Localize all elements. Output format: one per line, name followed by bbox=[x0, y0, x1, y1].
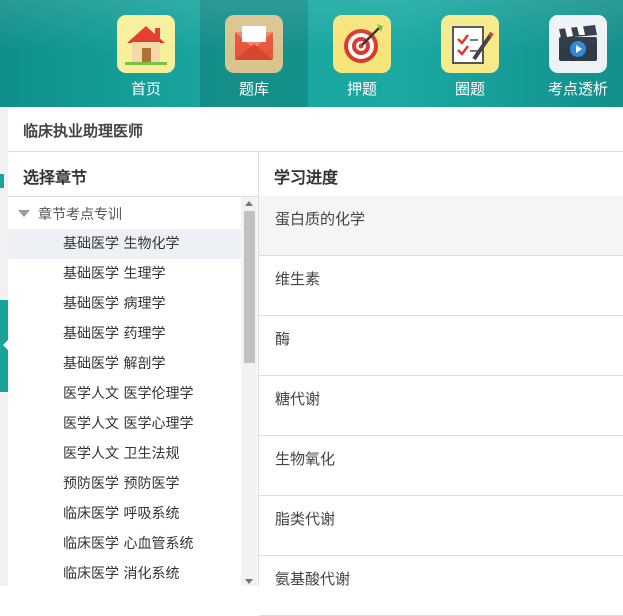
nav-key-points-label: 考点透析 bbox=[547, 80, 608, 98]
nav-home-label: 首页 bbox=[130, 80, 161, 98]
progress-row-label: 糖代谢 bbox=[275, 390, 321, 408]
chapter-item-label: 临床医学 呼吸系统 bbox=[63, 506, 180, 522]
chapter-panel-title: 选择章节 bbox=[23, 168, 88, 187]
chapter-item[interactable]: 基础医学 生物化学 bbox=[8, 229, 241, 259]
target-icon bbox=[333, 15, 391, 73]
exam-title-bar: 临床执业助理医师 bbox=[0, 107, 623, 152]
progress-row-label: 酶 bbox=[275, 330, 291, 348]
chapter-item-label: 医学人文 医学心理学 bbox=[63, 416, 194, 432]
chapter-item[interactable]: 预防医学 预防医学 bbox=[8, 469, 241, 499]
chapter-item-label: 临床医学 心血管系统 bbox=[63, 536, 194, 552]
nav-predict[interactable]: 押题 bbox=[308, 0, 416, 107]
tree-root-label: 章节考点专训 bbox=[38, 207, 122, 223]
chapter-item[interactable]: 临床医学 消化系统 bbox=[8, 559, 241, 586]
chapter-item-label: 医学人文 卫生法规 bbox=[63, 446, 180, 462]
progress-panel: 学习进度 蛋白质的化学 维生素 酶 糖代谢 生物氧化 脂类代谢 氨基酸代谢 bbox=[259, 152, 623, 616]
scrollbar-thumb[interactable] bbox=[244, 211, 255, 363]
progress-row[interactable]: 蛋白质的化学 bbox=[259, 196, 623, 256]
chapter-item[interactable]: 临床医学 心血管系统 bbox=[8, 529, 241, 559]
chapter-item[interactable]: 临床医学 呼吸系统 bbox=[8, 499, 241, 529]
progress-row-label: 维生素 bbox=[275, 270, 321, 288]
caret-down-icon[interactable] bbox=[18, 210, 30, 217]
left-edge-marker bbox=[0, 174, 4, 188]
progress-panel-title: 学习进度 bbox=[274, 168, 339, 187]
chapter-item[interactable]: 医学人文 医学伦理学 bbox=[8, 379, 241, 409]
chapter-item[interactable]: 基础医学 解剖学 bbox=[8, 349, 241, 379]
home-icon bbox=[117, 15, 175, 73]
envelope-icon bbox=[225, 15, 283, 73]
chapter-item-label: 基础医学 生理学 bbox=[63, 266, 166, 282]
chapter-tree: 章节考点专训 基础医学 生物化学 基础医学 生理学 基础医学 病理学 基础医学 … bbox=[8, 197, 241, 586]
chapter-item-label: 预防医学 预防医学 bbox=[63, 476, 180, 492]
chapter-panel: 选择章节 章节考点专训 基础医学 生物化学 基础医学 生理学 基础医学 病理学 … bbox=[8, 152, 259, 586]
scroll-up-arrow-icon[interactable] bbox=[245, 201, 253, 206]
chapter-scrollbar[interactable] bbox=[241, 197, 257, 586]
nav-highlight[interactable]: 圈题 bbox=[416, 0, 524, 107]
nav-predict-label: 押题 bbox=[346, 80, 377, 98]
progress-row[interactable]: 脂类代谢 bbox=[259, 496, 623, 556]
video-clapper-icon bbox=[549, 15, 607, 73]
chapter-item[interactable]: 基础医学 病理学 bbox=[8, 289, 241, 319]
progress-row[interactable]: 糖代谢 bbox=[259, 376, 623, 436]
chapter-item[interactable]: 医学人文 医学心理学 bbox=[8, 409, 241, 439]
chapter-item-label: 医学人文 医学伦理学 bbox=[63, 386, 194, 402]
chapter-item[interactable]: 基础医学 药理学 bbox=[8, 319, 241, 349]
progress-row[interactable]: 维生素 bbox=[259, 256, 623, 316]
nav-home[interactable]: 首页 bbox=[92, 0, 200, 107]
progress-row-label: 蛋白质的化学 bbox=[275, 210, 366, 228]
top-nav-bar: 首页 题库 押题 圈题 考点透析 bbox=[0, 0, 623, 107]
nav-highlight-label: 圈题 bbox=[454, 80, 485, 98]
progress-row[interactable]: 生物氧化 bbox=[259, 436, 623, 496]
chapter-item-label: 基础医学 生物化学 bbox=[63, 236, 180, 252]
chapter-item-label: 基础医学 药理学 bbox=[63, 326, 166, 342]
chapter-item-label: 基础医学 解剖学 bbox=[63, 356, 166, 372]
clipboard-pen-icon bbox=[441, 15, 499, 73]
chapter-item[interactable]: 医学人文 卫生法规 bbox=[8, 439, 241, 469]
scroll-down-arrow-icon[interactable] bbox=[245, 579, 253, 584]
nav-question-bank[interactable]: 题库 bbox=[200, 0, 308, 107]
progress-row-label: 脂类代谢 bbox=[275, 510, 336, 528]
chapter-item[interactable]: 基础医学 生理学 bbox=[8, 259, 241, 289]
progress-row[interactable]: 氨基酸代谢 bbox=[259, 556, 623, 616]
progress-row-label: 生物氧化 bbox=[275, 450, 336, 468]
nav-key-points[interactable]: 考点透析 bbox=[524, 0, 623, 107]
progress-row[interactable]: 酶 bbox=[259, 316, 623, 376]
nav-question-bank-label: 题库 bbox=[238, 80, 269, 98]
chapter-item-label: 临床医学 消化系统 bbox=[63, 566, 180, 582]
chapter-item-label: 基础医学 病理学 bbox=[63, 296, 166, 312]
exam-title: 临床执业助理医师 bbox=[23, 122, 144, 140]
